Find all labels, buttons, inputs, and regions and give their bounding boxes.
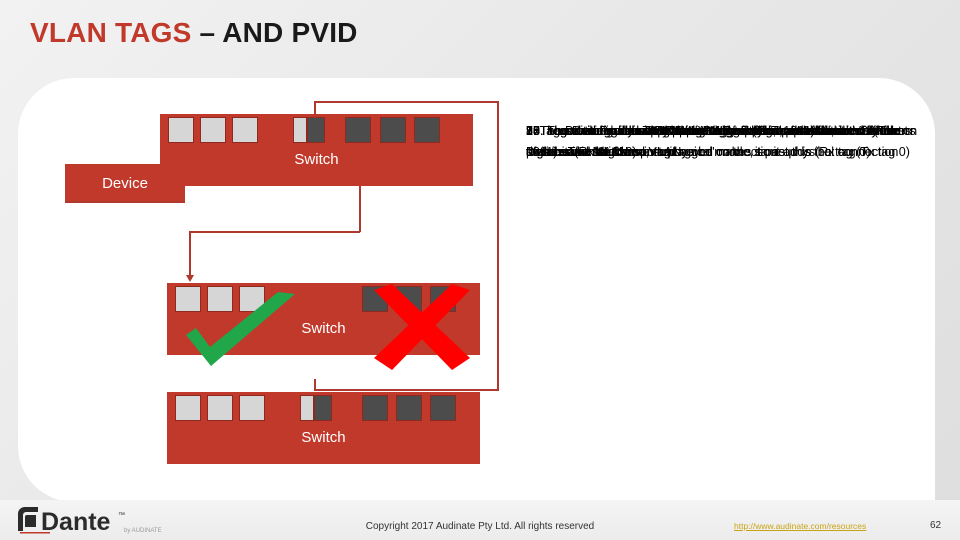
resources-link[interactable]: http://www.audinate.com/resources <box>734 521 866 531</box>
green-check-mark-icon <box>186 292 295 366</box>
switch-bottom-port-5-tagged[interactable] <box>314 395 332 421</box>
device-label: Device <box>102 174 148 192</box>
switch-bottom-port-3-untagged[interactable] <box>239 395 265 421</box>
switch-top-port-7-tagged[interactable] <box>380 117 406 143</box>
dante-logo-tm: ™ <box>118 512 125 519</box>
link-mid-down-2 <box>189 231 191 280</box>
switch-top-port-1-untagged[interactable] <box>168 117 194 143</box>
switch-top-port-8-tagged[interactable] <box>414 117 440 143</box>
link-mid-down-1 <box>359 186 361 232</box>
red-cross-mark-icon <box>374 284 470 370</box>
switch-top-port-5-tagged[interactable] <box>307 117 325 143</box>
switch-bottom-port-7-tagged[interactable] <box>396 395 422 421</box>
switch-bottom-label: Switch <box>301 428 346 446</box>
switch-bottom-port-2-untagged[interactable] <box>207 395 233 421</box>
link-top-port-riser <box>314 101 316 118</box>
switch-top-port-2-untagged[interactable] <box>200 117 226 143</box>
link-mid-arrow-icon <box>186 275 194 282</box>
body-text-layer-12: 7. Tagged traffic does not traverse the … <box>526 124 908 159</box>
page-number: 62 <box>930 520 942 531</box>
link-right-trunk <box>497 101 499 390</box>
switch-top-port-4-untagged[interactable] <box>293 117 307 143</box>
switch-bottom-port-4-untagged[interactable] <box>300 395 314 421</box>
switch-top-port-3-untagged[interactable] <box>232 117 258 143</box>
switch-top-port-6-tagged[interactable] <box>345 117 371 143</box>
switch-bottom-port-1-untagged[interactable] <box>175 395 201 421</box>
link-device-to-switch <box>65 201 185 203</box>
switch-top-label: Switch <box>294 150 339 168</box>
switch-bottom-port-8-tagged[interactable] <box>430 395 456 421</box>
link-top-trunk-top <box>314 101 499 103</box>
link-bottom-port-riser <box>314 379 316 390</box>
link-mid-across <box>189 231 360 233</box>
switch-bottom-port-6-tagged[interactable] <box>362 395 388 421</box>
body-text-block: 13. The Device does not support the fram… <box>526 121 924 341</box>
switch-middle-label: Switch <box>301 319 346 337</box>
link-bottom-trunk <box>314 389 499 391</box>
